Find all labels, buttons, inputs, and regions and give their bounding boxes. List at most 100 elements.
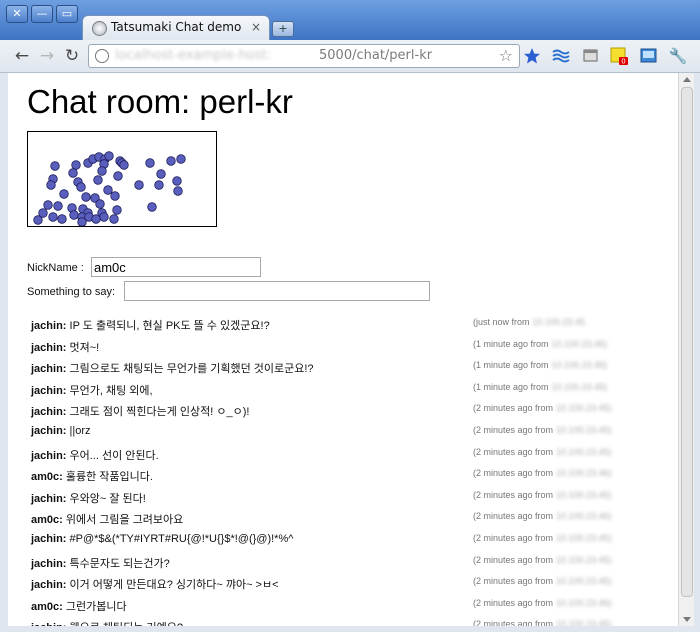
message-source-ip: 10.100.23.45) bbox=[556, 446, 612, 457]
window-titlebar: ✕ — ▭ Tatsumaki Chat demo × + bbox=[0, 0, 700, 41]
canvas-dot bbox=[43, 200, 53, 210]
message-text: IP 도 출력되니, 현실 PK도 뜰 수 있겠군요!? bbox=[69, 320, 270, 332]
canvas-dot bbox=[76, 182, 86, 192]
svg-text:0: 0 bbox=[621, 58, 625, 66]
chat-message: am0c: 위에서 그림을 그려보아요 (2 minutes ago from 10… bbox=[31, 511, 671, 533]
maximize-window-icon[interactable]: ▭ bbox=[56, 5, 78, 23]
canvas-dot bbox=[109, 214, 119, 224]
message-text: 위에서 그림을 그려보아요 bbox=[65, 514, 184, 527]
close-window-icon[interactable]: ✕ bbox=[6, 5, 28, 23]
message-source-ip: 10.100.23.45) bbox=[556, 403, 612, 414]
message-time: (just now from bbox=[473, 317, 530, 327]
message-timestamp: (2 minutes ago from 10.100.23.46) bbox=[473, 598, 612, 608]
chat-message: jachin: 멋져~! (1 minute ago from 10.100.23.… bbox=[31, 339, 671, 361]
canvas-dot bbox=[91, 214, 101, 224]
message-nick: jachin: bbox=[31, 492, 67, 505]
canvas-dot bbox=[110, 191, 120, 201]
page-viewport: Chat room: perl-kr NickName : Something … bbox=[8, 73, 678, 626]
message-timestamp: (2 minutes ago from 10.100.23.45) bbox=[473, 555, 612, 565]
message-nick: jachin: bbox=[31, 341, 67, 354]
message-nick: jachin: bbox=[31, 579, 67, 592]
message-nick: jachin: bbox=[31, 557, 67, 570]
nickname-label: NickName : bbox=[27, 262, 84, 274]
reload-icon[interactable]: ↻ bbox=[62, 46, 82, 66]
message-nick: jachin: bbox=[31, 363, 67, 376]
message-time: (2 minutes ago from bbox=[473, 597, 554, 608]
scroll-up-icon[interactable] bbox=[683, 77, 691, 82]
notes-extension-icon[interactable]: 0 bbox=[610, 47, 628, 65]
canvas-dot bbox=[104, 151, 114, 161]
message-timestamp: (1 minute ago from 10.100.23.45) bbox=[473, 382, 607, 392]
message-nick: jachin: bbox=[31, 622, 66, 626]
chat-message: jachin: 특수문자도 되는건가? (2 minutes ago from 10… bbox=[31, 555, 671, 577]
message-timestamp: (2 minutes ago from 10.100.23.46) bbox=[473, 468, 612, 478]
message-text: 이거 어떻게 만든대요? 싱기하다~ 꺄아~ >ㅂ< bbox=[69, 579, 279, 592]
globe-icon bbox=[92, 21, 107, 36]
canvas-dot bbox=[69, 210, 79, 220]
message-time: (2 minutes ago from bbox=[473, 468, 554, 479]
canvas-dot bbox=[173, 186, 183, 196]
canvas-dot bbox=[97, 166, 107, 176]
message-time: (1 minute ago from bbox=[473, 381, 549, 392]
nickname-input[interactable] bbox=[91, 257, 261, 277]
canvas-dot bbox=[156, 169, 166, 179]
canvas-dot bbox=[57, 214, 67, 224]
message-text: ||orz bbox=[69, 424, 91, 437]
message-source-ip: 10.100.23.45) bbox=[556, 489, 612, 500]
message-timestamp: (1 minute ago from 10.100.23.45) bbox=[473, 360, 607, 370]
message-text: 우어... 선이 안된다. bbox=[69, 449, 159, 462]
bookmark-star-icon[interactable]: ☆ bbox=[499, 46, 513, 65]
back-icon[interactable]: ← bbox=[12, 46, 32, 66]
drawing-canvas[interactable] bbox=[27, 131, 217, 227]
message-timestamp: (2 minutes ago from 10.100.23.45) bbox=[473, 533, 612, 543]
chat-message: jachin: IP 도 출력되니, 현실 PK도 뜰 수 있겠군요!? (jus… bbox=[31, 317, 671, 339]
scroll-down-icon[interactable] bbox=[683, 617, 691, 622]
chat-message: jachin: #P@*$&(*TY#IYRT#RU{@!*U{}$*!@(}@… bbox=[31, 533, 671, 555]
star-extension-icon[interactable] bbox=[523, 47, 541, 65]
message-timestamp: (2 minutes ago from 10.100.23.45) bbox=[473, 425, 612, 435]
image-extension-icon[interactable] bbox=[640, 47, 658, 65]
canvas-dot bbox=[93, 175, 103, 185]
message-nick: am0c: bbox=[31, 471, 63, 484]
scrollbar-thumb[interactable] bbox=[681, 87, 693, 597]
message-timestamp: (2 minutes ago from 10.100.23.45) bbox=[473, 403, 612, 413]
vertical-scrollbar[interactable] bbox=[678, 73, 694, 626]
address-bar[interactable]: localhost-example-host: 5000/chat/perl-k… bbox=[88, 44, 520, 68]
canvas-dot bbox=[46, 180, 56, 190]
canvas-dot bbox=[119, 160, 129, 170]
forward-icon[interactable]: → bbox=[37, 46, 57, 66]
canvas-dot bbox=[68, 168, 78, 178]
canvas-dot bbox=[147, 202, 157, 212]
canvas-dot bbox=[48, 212, 58, 222]
new-tab-button[interactable]: + bbox=[272, 21, 294, 37]
message-time: (2 minutes ago from bbox=[473, 446, 554, 457]
message-text: #P@*$&(*TY#IYRT#RU{@!*U{}$*!@(}@)!*%^ bbox=[69, 532, 294, 545]
message-time: (2 minutes ago from bbox=[473, 554, 554, 565]
message-label: Something to say: bbox=[27, 286, 116, 298]
message-source-ip: 10.100.23.45) bbox=[556, 424, 612, 435]
message-input[interactable] bbox=[124, 281, 430, 301]
canvas-dot bbox=[112, 205, 122, 215]
chat-message: jachin: 우어... 선이 안된다. (2 minutes ago from… bbox=[31, 447, 671, 469]
tab-close-icon[interactable]: × bbox=[251, 20, 261, 34]
message-source-ip: 10.100.23.45) bbox=[556, 532, 612, 543]
message-text: 그래도 점이 찍힌다는게 인상적! ㅇ_ㅇ)! bbox=[69, 406, 250, 419]
chat-message: jachin: 그래도 점이 찍힌다는게 인상적! ㅇ_ㅇ)! (2 minute… bbox=[31, 403, 671, 425]
browser-tab[interactable]: Tatsumaki Chat demo × bbox=[82, 15, 270, 41]
message-source-ip: 10.100.23.46) bbox=[556, 468, 612, 479]
wrench-icon[interactable]: 🔧 bbox=[668, 46, 688, 66]
waves-extension-icon[interactable] bbox=[552, 47, 570, 65]
canvas-dot bbox=[113, 171, 123, 181]
chat-message: am0c: 훌륭한 작품입니다. (2 minutes ago from 10.10… bbox=[31, 468, 671, 490]
message-text: 무언가, 채팅 외에, bbox=[69, 384, 153, 397]
chat-message: am0c: 그런가봅니다 (2 minutes ago from 10.100.23… bbox=[31, 598, 671, 620]
message-nick: jachin: bbox=[31, 532, 67, 545]
message-time: (2 minutes ago from bbox=[473, 511, 554, 522]
canvas-dot bbox=[166, 156, 176, 166]
message-timestamp: (1 minute ago from 10.100.23.45) bbox=[473, 339, 607, 349]
canvas-dot bbox=[38, 208, 48, 218]
message-text: 훌륭한 작품입니다. bbox=[65, 471, 153, 484]
minimize-window-icon[interactable]: — bbox=[31, 5, 53, 23]
message-list: jachin: IP 도 출력되니, 현실 PK도 뜰 수 있겠군요!? (jus… bbox=[31, 317, 671, 626]
page-tools-icon[interactable] bbox=[582, 47, 600, 65]
